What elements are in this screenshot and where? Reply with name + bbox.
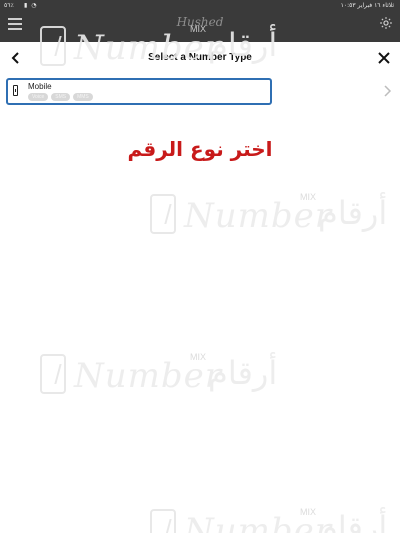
watermark-logo: Number MIX أرقام bbox=[40, 24, 290, 68]
gear-icon[interactable] bbox=[379, 16, 393, 30]
watermark-word: Number bbox=[74, 356, 223, 396]
watermark-logo: Number MIX أرقام bbox=[150, 192, 400, 236]
watermark-phone-icon bbox=[150, 509, 176, 533]
wifi-battery-icon: ▮ ◔ bbox=[24, 2, 38, 9]
status-time: ١٠:٥٣ bbox=[340, 2, 356, 9]
capability-tags: Voice SMS MMS bbox=[28, 93, 93, 101]
number-type-sheet: Select a Number Type Mobile Voice SMS MM… bbox=[0, 24, 400, 533]
watermark-arabic: أرقام bbox=[318, 194, 388, 232]
watermark-logo: Number MIX أرقام bbox=[40, 352, 290, 396]
watermark-mix: MIX bbox=[300, 192, 317, 202]
close-icon[interactable] bbox=[376, 50, 392, 66]
capability-tag: MMS bbox=[73, 93, 93, 101]
chevron-right-icon[interactable] bbox=[382, 85, 392, 97]
watermark-mix: MIX bbox=[300, 507, 317, 517]
watermark-mix: MIX bbox=[190, 352, 207, 362]
mobile-option[interactable]: Mobile Voice SMS MMS bbox=[6, 78, 272, 105]
watermark-arabic: أرقام bbox=[208, 354, 278, 392]
watermark-phone-icon bbox=[40, 26, 66, 66]
capability-tag: Voice bbox=[28, 93, 49, 101]
watermark-logo: Number MIX أرقام bbox=[150, 507, 400, 533]
status-bar: ٥٦٪ ▮ ◔ ثلاثاء ١٦ فبراير ١٠:٥٣ bbox=[0, 0, 400, 12]
watermark-mix: MIX bbox=[190, 24, 207, 34]
instruction-caption: اختر نوع الرقم bbox=[127, 137, 273, 161]
watermark-arabic: أرقام bbox=[208, 26, 278, 64]
phone-icon bbox=[13, 85, 18, 96]
option-label: Mobile bbox=[28, 82, 52, 91]
watermark-word: Number bbox=[184, 196, 333, 236]
capability-tag: SMS bbox=[51, 93, 71, 101]
status-datetime: ثلاثاء ١٦ فبراير ١٠:٥٣ bbox=[341, 2, 394, 9]
watermark-word: Number bbox=[74, 28, 223, 68]
hamburger-menu-icon[interactable] bbox=[8, 18, 22, 30]
watermark-phone-icon bbox=[150, 194, 176, 234]
status-date: ثلاثاء ١٦ فبراير bbox=[357, 2, 394, 9]
battery-percentage: ٥٦٪ bbox=[4, 2, 14, 9]
watermark-phone-icon bbox=[40, 354, 66, 394]
watermark-arabic: أرقام bbox=[318, 509, 388, 533]
